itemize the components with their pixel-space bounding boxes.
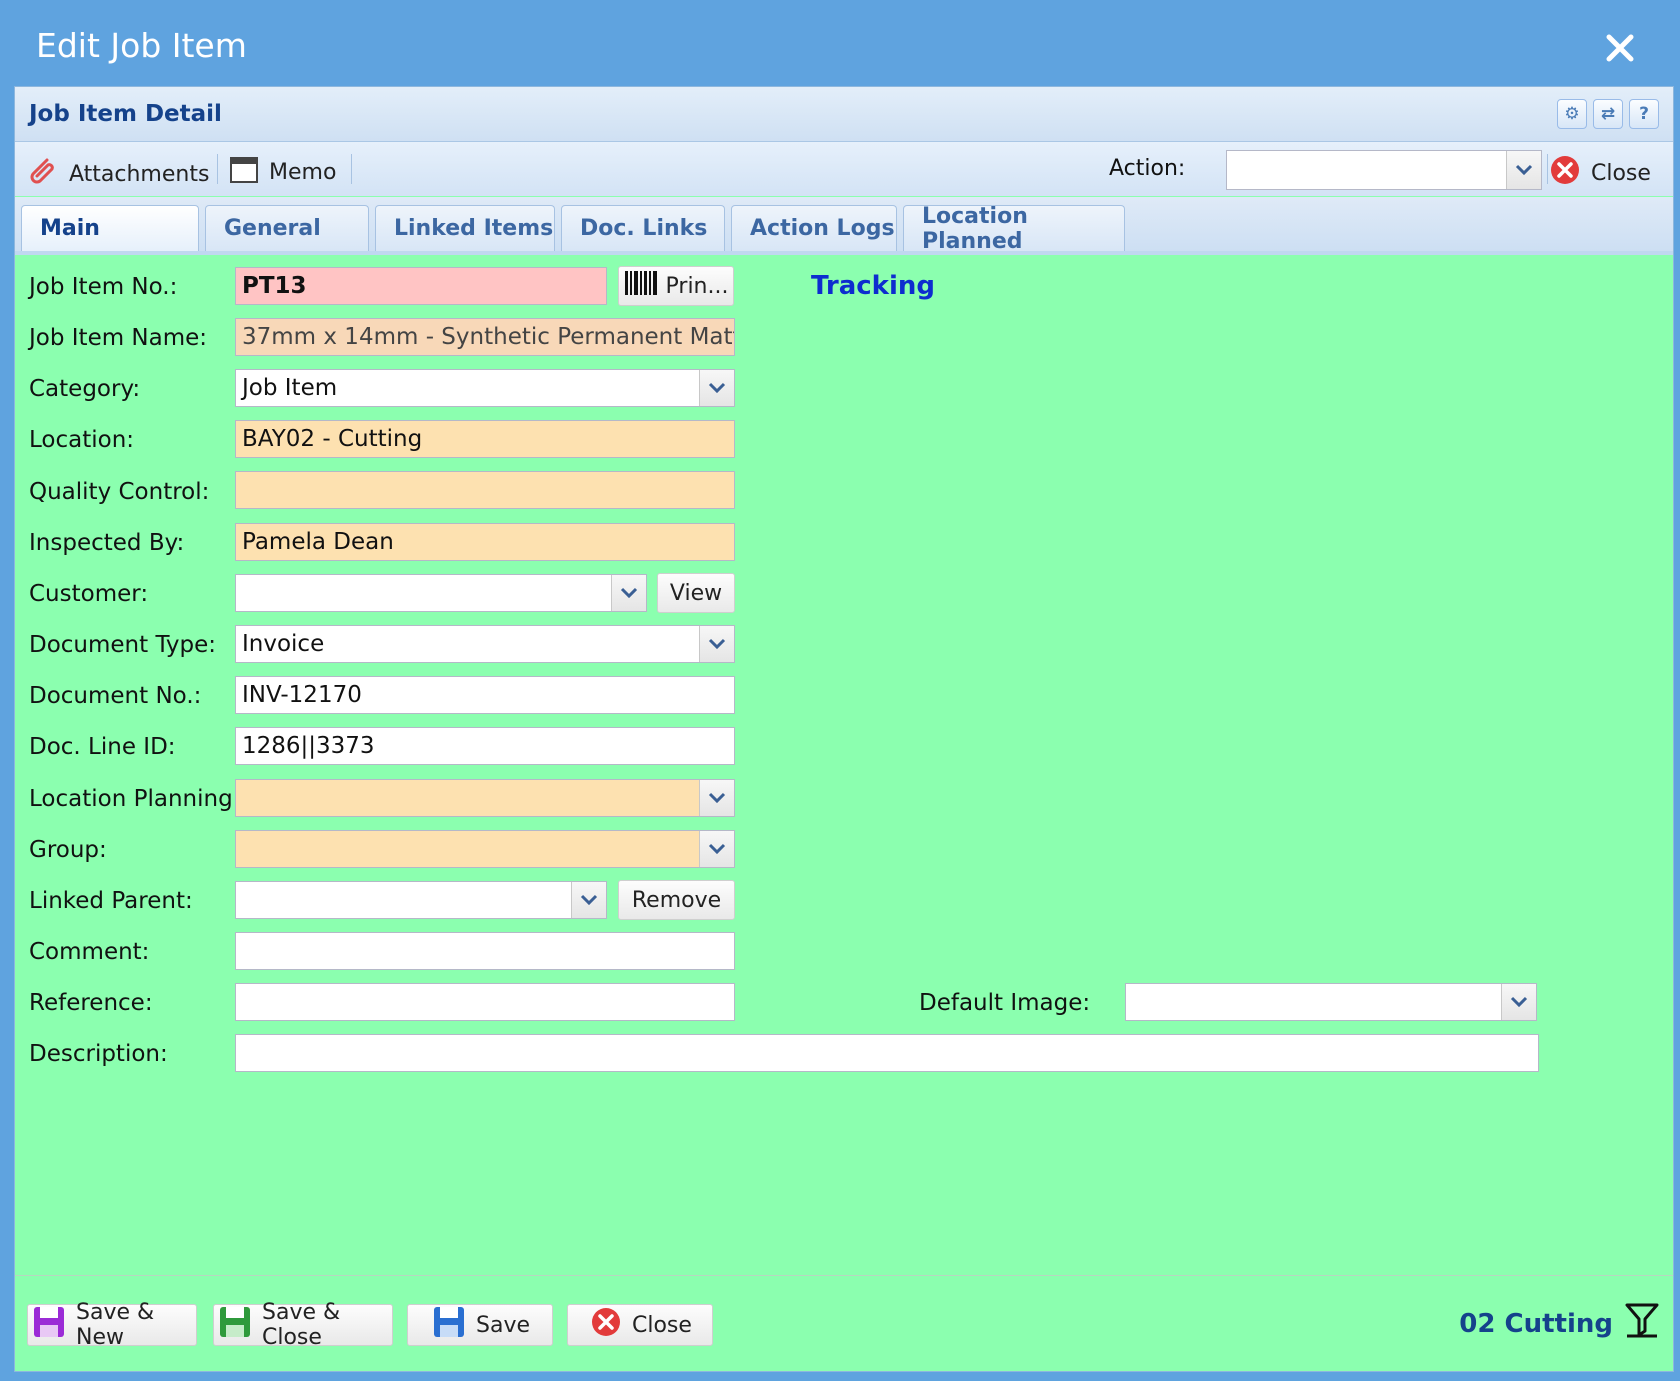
default-image-select[interactable] <box>1125 983 1537 1021</box>
toolbar: Attachments Memo Action: Close <box>15 142 1673 196</box>
tracking-link[interactable]: Tracking <box>811 271 935 301</box>
save-new-label: Save & New <box>76 1300 155 1350</box>
panel-header: Job Item Detail ⚙ ⇄ ? <box>15 87 1673 142</box>
paperclip-icon <box>25 154 59 194</box>
reference-label: Reference: <box>29 990 153 1016</box>
toolbar-separator <box>351 154 352 184</box>
location-planning-label: Location Planning: <box>29 786 241 812</box>
funnel-filter-icon <box>1625 1302 1659 1345</box>
footer-bar: Save & New Save & Close Save Close 02 Cu… <box>15 1275 1673 1372</box>
panel-title: Job Item Detail <box>29 101 222 127</box>
print-barcode-button[interactable]: Prin... <box>618 266 734 306</box>
location-planning-select[interactable] <box>235 779 735 817</box>
location-status: 02 Cutting <box>1459 1302 1659 1345</box>
memo-button[interactable]: Memo <box>229 154 336 190</box>
category-label: Category: <box>29 376 141 402</box>
linked-parent-select[interactable] <box>235 881 607 919</box>
action-select[interactable] <box>1226 150 1542 190</box>
quality-control-label: Quality Control: <box>29 479 210 505</box>
linked-parent-label: Linked Parent: <box>29 888 193 914</box>
tab-linked-items[interactable]: Linked Items <box>375 205 555 251</box>
chevron-down-icon[interactable] <box>699 780 734 816</box>
window-title: Edit Job Item <box>36 26 247 65</box>
document-type-select[interactable]: Invoice <box>235 625 735 663</box>
category-value: Job Item <box>242 375 338 401</box>
default-image-label: Default Image: <box>919 990 1091 1016</box>
tab-general[interactable]: General <box>205 205 369 251</box>
doc-line-id-input[interactable]: 1286||3373 <box>235 727 735 765</box>
barcode-icon <box>624 270 658 302</box>
memo-label: Memo <box>269 159 337 185</box>
floppy-disk-green-icon <box>218 1305 252 1345</box>
customer-select[interactable] <box>235 574 647 612</box>
document-type-label: Document Type: <box>29 632 217 658</box>
document-type-value: Invoice <box>242 631 325 657</box>
chevron-down-icon[interactable] <box>699 370 734 406</box>
save-close-label: Save & Close <box>262 1300 341 1350</box>
toolbar-separator <box>1547 154 1548 184</box>
document-no-label: Document No.: <box>29 683 202 709</box>
refresh-icon[interactable]: ⇄ <box>1593 99 1623 129</box>
floppy-disk-purple-icon <box>32 1305 66 1345</box>
tab-action-logs[interactable]: Action Logs <box>731 205 897 251</box>
job-item-detail-panel: Job Item Detail ⚙ ⇄ ? Attachments Memo A… <box>14 86 1674 1372</box>
category-select[interactable]: Job Item <box>235 369 735 407</box>
window-close-icon[interactable] <box>1600 28 1640 68</box>
description-label: Description: <box>29 1041 168 1067</box>
doc-line-id-label: Doc. Line ID: <box>29 734 176 760</box>
job-item-no-input[interactable]: PT13 <box>235 267 607 305</box>
save-label: Save <box>476 1312 531 1338</box>
save-new-button[interactable]: Save & New <box>27 1300 197 1350</box>
comment-input[interactable] <box>235 932 735 970</box>
toolbar-close-label: Close <box>1591 160 1651 186</box>
tab-location-planned[interactable]: Location Planned <box>903 204 1125 254</box>
job-item-no-label: Job Item No.: <box>29 274 178 300</box>
status-text: 02 Cutting <box>1459 1308 1613 1339</box>
footer-close-button[interactable]: Close <box>567 1304 713 1346</box>
location-label: Location: <box>29 427 135 453</box>
group-label: Group: <box>29 837 107 863</box>
help-icon[interactable]: ? <box>1629 99 1659 129</box>
chevron-down-icon[interactable] <box>571 882 606 918</box>
toolbar-separator <box>217 154 218 184</box>
calendar-icon <box>229 154 259 190</box>
customer-label: Customer: <box>29 581 149 607</box>
floppy-disk-blue-icon <box>432 1305 466 1345</box>
inspected-by-input[interactable]: Pamela Dean <box>235 523 735 561</box>
footer-close-label: Close <box>632 1312 692 1338</box>
quality-control-input[interactable] <box>235 471 735 509</box>
reference-input[interactable] <box>235 983 735 1021</box>
close-circle-icon <box>1549 154 1581 192</box>
print-label: Prin... <box>665 273 729 299</box>
group-select[interactable] <box>235 830 735 868</box>
job-item-name-input[interactable]: 37mm x 14mm - Synthetic Permanent Matte … <box>235 318 735 356</box>
action-label: Action: <box>1109 156 1186 181</box>
linked-parent-remove-button[interactable]: Remove <box>618 880 735 920</box>
description-input[interactable] <box>235 1034 1539 1072</box>
close-circle-icon <box>590 1306 622 1344</box>
gear-icon[interactable]: ⚙ <box>1557 99 1587 129</box>
customer-view-button[interactable]: View <box>657 573 735 613</box>
save-button[interactable]: Save <box>407 1304 553 1346</box>
attachments-button[interactable]: Attachments <box>25 154 209 194</box>
chevron-down-icon[interactable] <box>611 575 646 611</box>
edit-job-item-window: Edit Job Item Job Item Detail ⚙ ⇄ ? Atta… <box>0 0 1680 1381</box>
chevron-down-icon[interactable] <box>1501 984 1536 1020</box>
toolbar-close-button[interactable]: Close <box>1549 154 1651 192</box>
main-form: Job Item No.: PT13 Prin... Tracking Job … <box>15 255 1673 1259</box>
inspected-by-label: Inspected By: <box>29 530 185 556</box>
tab-bar: Main General Linked Items Doc. Links Act… <box>15 197 1673 255</box>
tab-doc-links[interactable]: Doc. Links <box>561 205 725 251</box>
location-input[interactable]: BAY02 - Cutting <box>235 420 735 458</box>
tab-main[interactable]: Main <box>21 205 199 251</box>
chevron-down-icon[interactable] <box>699 831 734 867</box>
comment-label: Comment: <box>29 939 150 965</box>
chevron-down-icon[interactable] <box>699 626 734 662</box>
chevron-down-icon[interactable] <box>1506 151 1541 189</box>
save-close-button[interactable]: Save & Close <box>213 1300 393 1350</box>
job-item-name-label: Job Item Name: <box>29 325 208 351</box>
attachments-label: Attachments <box>69 161 210 187</box>
document-no-input[interactable]: INV-12170 <box>235 676 735 714</box>
